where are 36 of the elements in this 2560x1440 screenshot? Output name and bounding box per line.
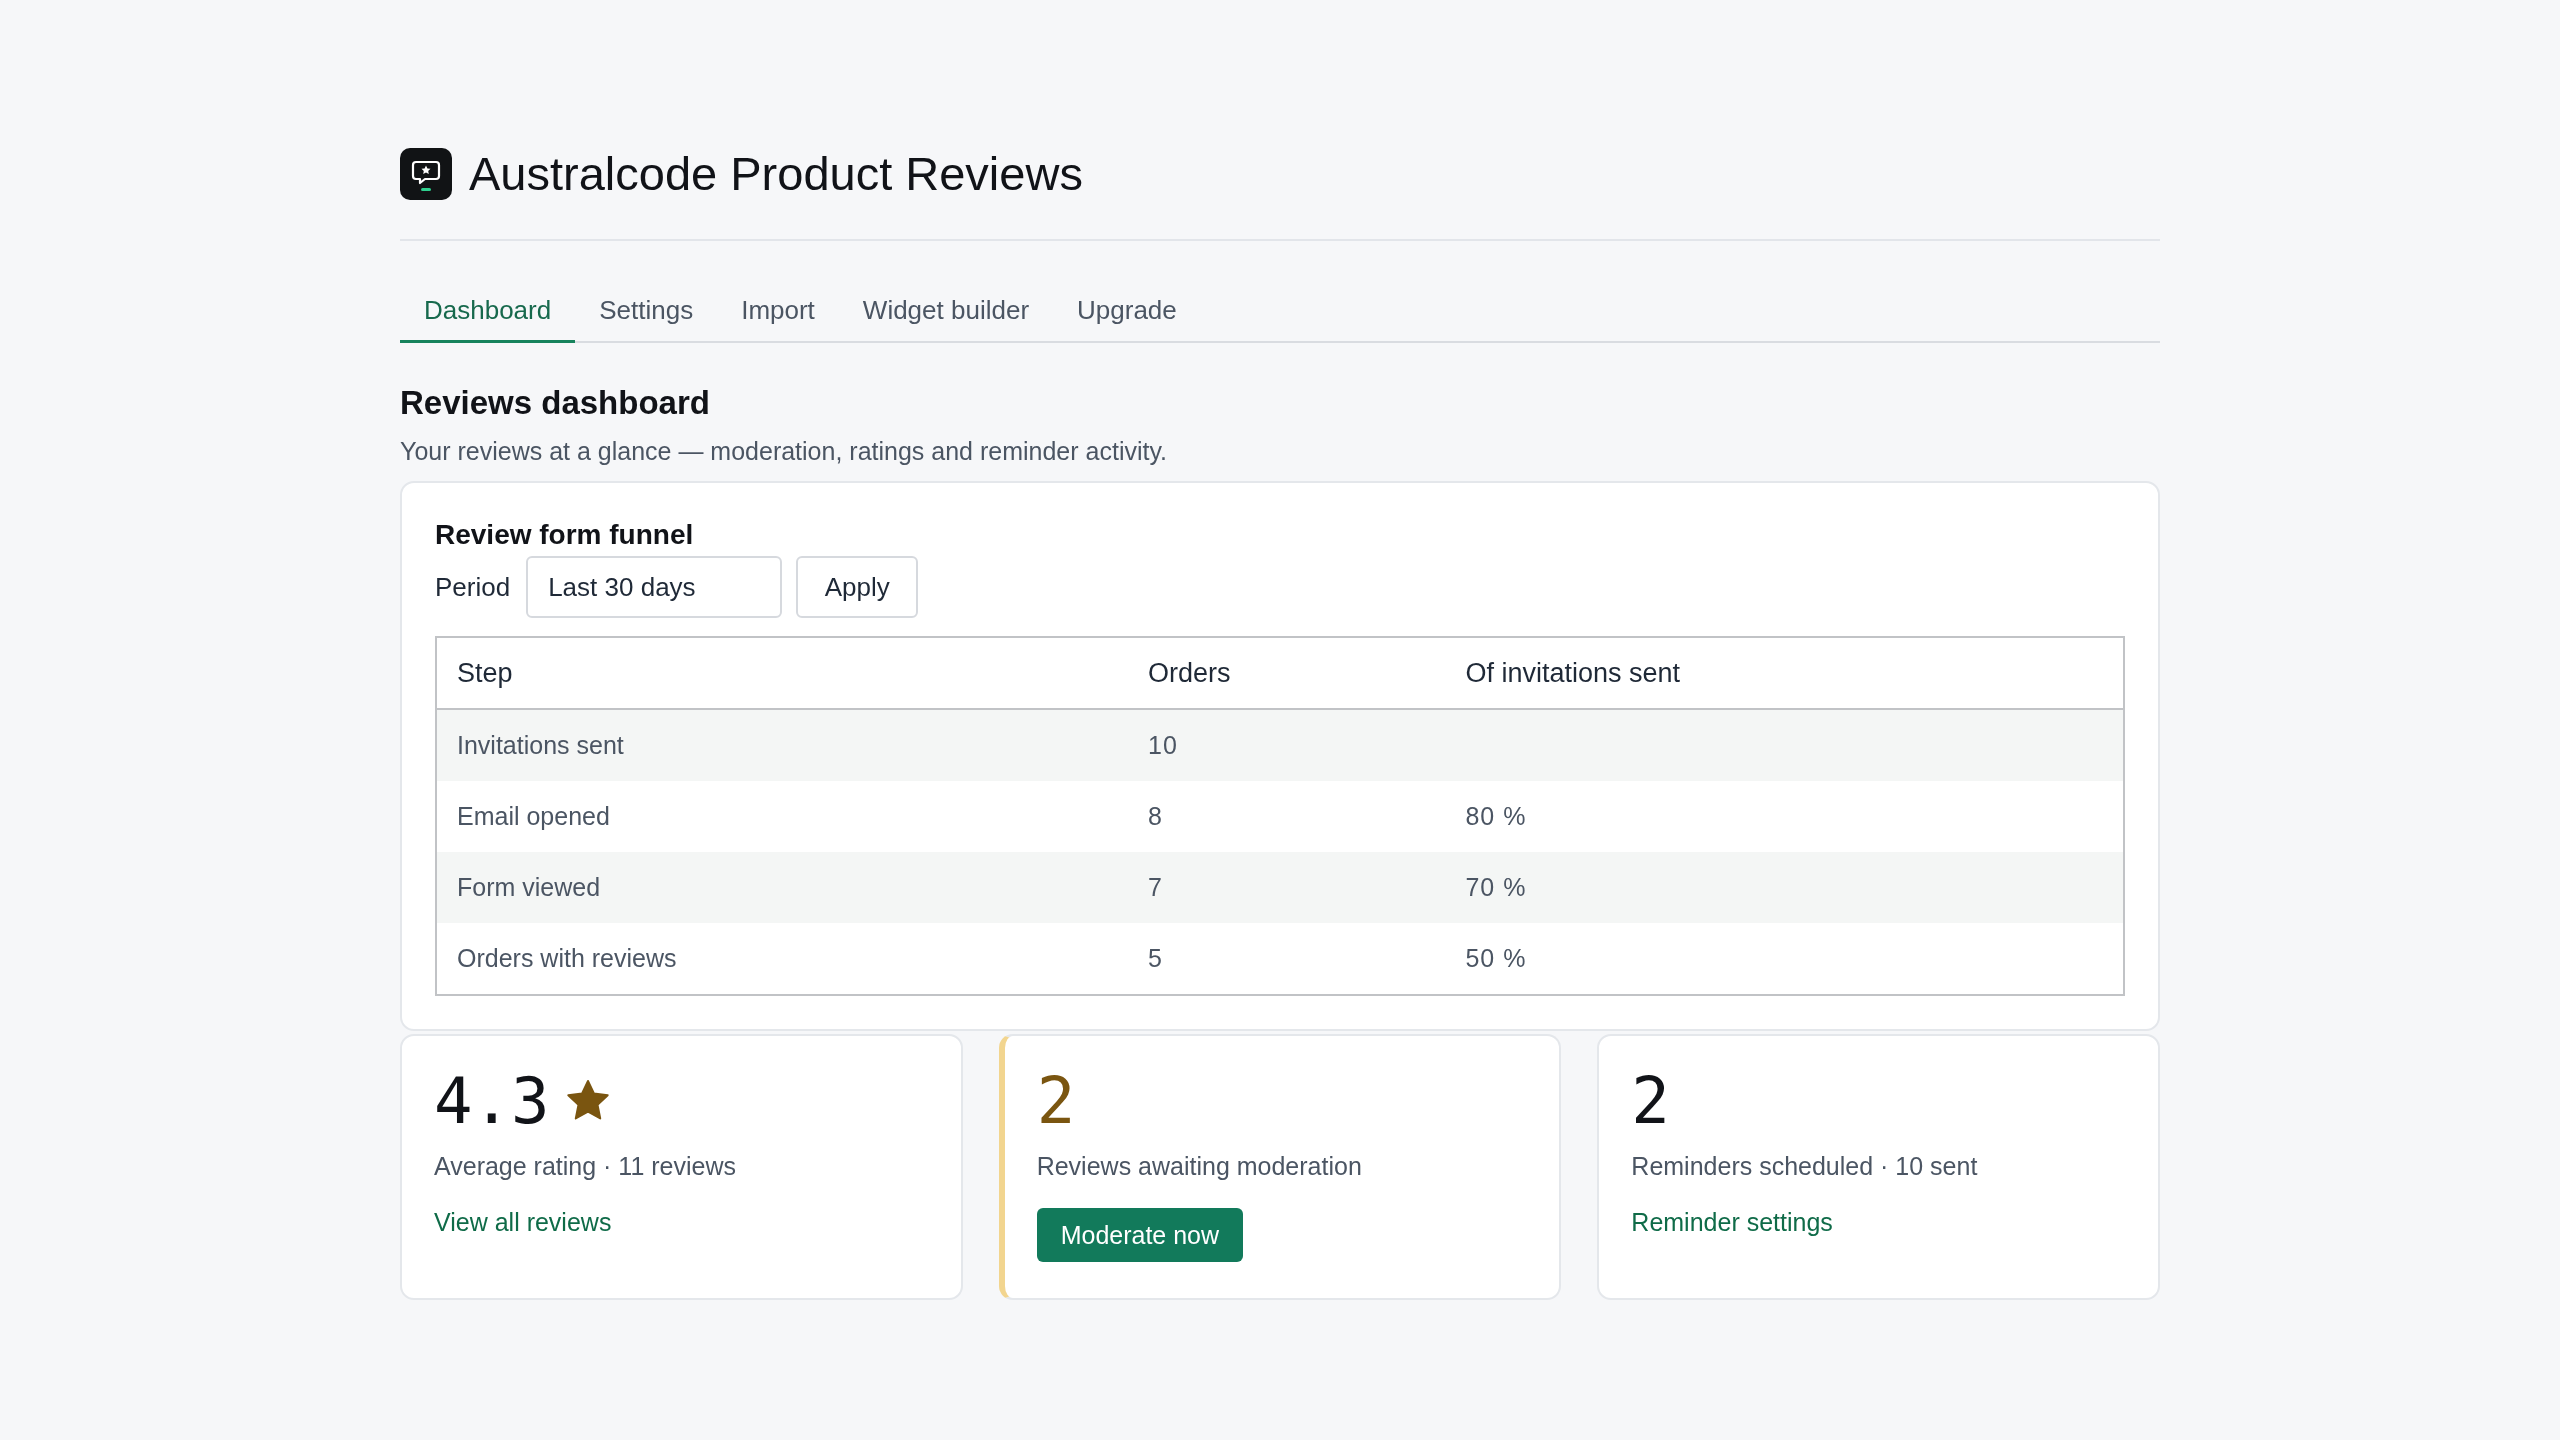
- table-cell: Orders with reviews: [457, 944, 677, 972]
- stat-caption: Reminders scheduled · 10 sent: [1631, 1151, 1978, 1182]
- table-cell: 8: [1148, 802, 1163, 830]
- tab[interactable]: Import: [717, 281, 839, 343]
- page-description: Your reviews at a glance — moderation, ratings and reminder activity.: [400, 436, 1169, 467]
- speech-bubble-icon: [400, 148, 452, 200]
- table-cell: 5: [1148, 944, 1163, 972]
- page-heading: Reviews dashboard: [400, 383, 711, 423]
- table-cell: 50 %: [1465, 944, 1527, 972]
- column-header: Of invitations sent: [1465, 657, 1681, 688]
- funnel-title: Review form funnel: [435, 518, 695, 552]
- stat-value: 2: [1036, 1064, 1076, 1138]
- table-cell: 80 %: [1465, 802, 1527, 830]
- table-cell: Form viewed: [457, 873, 601, 901]
- app-title: Australcode Product Reviews: [469, 146, 1083, 202]
- stat-link[interactable]: Reminder settings: [1631, 1206, 1833, 1238]
- tab[interactable]: Settings: [575, 281, 718, 343]
- stat-caption: Reviews awaiting moderation: [1036, 1151, 1362, 1182]
- moderate-button[interactable]: Moderate now: [1036, 1208, 1244, 1262]
- tab[interactable]: Widget builder: [838, 281, 1054, 343]
- table-cell: 70 %: [1465, 873, 1527, 901]
- column-header: Orders: [1148, 657, 1231, 688]
- apply-button[interactable]: Apply: [796, 556, 919, 618]
- stat-value: 4.3: [434, 1064, 550, 1138]
- table-cell: 7: [1148, 873, 1163, 901]
- tab[interactable]: Upgrade: [1053, 281, 1201, 343]
- table-cell: Invitations sent: [457, 731, 624, 759]
- column-header: Step: [457, 657, 513, 688]
- table-cell: Email opened: [457, 802, 610, 830]
- period-field[interactable]: Last 30 days: [526, 556, 783, 618]
- stat-link[interactable]: View all reviews: [434, 1206, 612, 1238]
- stat-caption: Average rating · 11 reviews: [434, 1151, 736, 1182]
- period-label: Period: [435, 571, 511, 603]
- tab[interactable]: Dashboard: [400, 281, 576, 343]
- stat-value: 2: [1631, 1064, 1670, 1138]
- table-cell: 10: [1148, 731, 1178, 759]
